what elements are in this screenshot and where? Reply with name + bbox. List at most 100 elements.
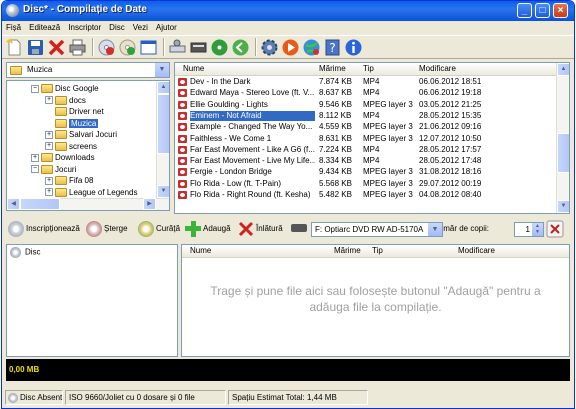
compilation-list[interactable]: Nume Mărime Tip Modificare Trage și pune… <box>181 244 570 357</box>
scroll-left-icon[interactable]: ◀ <box>7 198 20 210</box>
tree-vertical-scrollbar[interactable]: ▲ ▼ <box>156 81 169 210</box>
hscroll-thumb[interactable] <box>20 198 60 210</box>
media-file-icon <box>178 111 187 120</box>
col-modified[interactable]: Modificare <box>419 64 456 73</box>
drive-icon[interactable] <box>168 38 187 57</box>
chevron-down-icon[interactable]: ▼ <box>427 223 442 236</box>
col-modified[interactable]: Modificare <box>458 246 495 255</box>
menu-disc[interactable]: Disc <box>109 21 125 35</box>
burn-icon[interactable] <box>210 38 229 57</box>
disc-root[interactable]: Disc <box>10 247 41 258</box>
help-icon[interactable]: ? <box>323 38 342 57</box>
file-row[interactable]: Far East Movement - Like A G6 (f... 7.224… <box>175 145 569 155</box>
tree-horizontal-scrollbar[interactable]: ◀ ▶ <box>7 198 169 210</box>
stepper-arrows-icon[interactable]: ▲ ▼ <box>532 223 543 236</box>
drive-select[interactable]: F: Optiarc DVD RW AD-5170A ▼ <box>311 222 443 237</box>
window-icon[interactable] <box>139 38 158 57</box>
file-size: 8.112 KB <box>319 110 352 120</box>
col-size[interactable]: Mărime <box>334 246 361 255</box>
title-bar[interactable]: Disc* - Compilație de Date _ □ × <box>2 1 574 21</box>
scroll-thumb[interactable] <box>157 94 169 154</box>
clean-button[interactable]: Curăță <box>138 220 180 238</box>
new-icon[interactable] <box>5 38 24 57</box>
expand-icon[interactable]: + <box>45 142 53 151</box>
col-name[interactable]: Nume <box>190 246 211 255</box>
tree-item[interactable]: − Jocuri <box>31 164 76 175</box>
file-row[interactable]: Ellie Goulding - Lights 9.546 KB MPEG laye… <box>175 100 569 110</box>
remove-button[interactable]: Înlătură <box>238 220 283 238</box>
expand-icon[interactable]: + <box>45 176 53 185</box>
status-disc: Disc Absent <box>5 389 63 405</box>
tree-item[interactable]: + Fifa 08 <box>45 175 93 186</box>
hard-disk-icon[interactable] <box>189 38 208 57</box>
menu-edit[interactable]: Editează <box>29 21 60 35</box>
disc-app-icon[interactable] <box>6 4 19 17</box>
file-row[interactable]: Example - Changed The Way Yo... 4.559 KB M… <box>175 122 569 132</box>
disc-icon[interactable] <box>97 38 116 57</box>
media-icon[interactable] <box>281 38 300 57</box>
file-row[interactable]: Far East Movement - Live My Life... 8.334… <box>175 156 569 166</box>
close-button[interactable]: × <box>553 3 568 18</box>
expand-icon[interactable]: + <box>45 188 53 197</box>
globe-icon[interactable] <box>302 38 321 57</box>
scroll-up-icon[interactable]: ▲ <box>557 63 569 76</box>
burn-button[interactable]: Inscripționează <box>8 220 80 238</box>
clear-icon[interactable] <box>546 220 564 238</box>
file-row[interactable]: Flo Rida - Low (ft. T-Pain) 5.568 KB MPEG … <box>175 179 569 189</box>
scroll-right-icon[interactable]: ▶ <box>143 198 156 210</box>
disc-copy-icon[interactable] <box>118 38 137 57</box>
collapse-icon[interactable]: − <box>31 84 39 93</box>
scroll-up-icon[interactable]: ▲ <box>157 81 169 94</box>
back-icon[interactable] <box>231 38 250 57</box>
tree-item[interactable]: Driver net <box>45 106 104 117</box>
drive-select-value: F: Optiarc DVD RW AD-5170A <box>315 225 424 234</box>
copies-stepper[interactable]: 1 ▲ ▼ <box>514 222 544 237</box>
file-size: 4.559 KB <box>319 122 352 132</box>
expand-icon[interactable]: + <box>45 130 53 139</box>
file-row[interactable]: Eminem - Not Afraid 8.112 KB MP4 28.05.2012… <box>175 110 569 121</box>
folder-tree[interactable]: − Disc Google + docs Driver net Muzica + Salvar… <box>6 80 170 211</box>
scroll-down-icon[interactable]: ▼ <box>557 200 569 213</box>
file-row[interactable]: Edward Maya - Stereo Love (ft. V... 8.637… <box>175 88 569 98</box>
scroll-down-icon[interactable]: ▼ <box>157 185 169 198</box>
menu-view[interactable]: Vezi <box>133 21 148 35</box>
col-size[interactable]: Mărime <box>319 64 346 73</box>
col-type[interactable]: Tip <box>363 64 374 73</box>
scroll-thumb[interactable] <box>557 133 569 173</box>
disc-tree[interactable]: Disc <box>6 244 178 357</box>
file-list[interactable]: Nume Mărime Tip Modificare Dev - In the … <box>174 62 570 214</box>
folder-combo[interactable]: Muzica ▼ <box>6 62 170 78</box>
tree-item[interactable]: − Disc Google <box>31 83 99 94</box>
file-row[interactable]: Faithless - We Come 1 8.631 KB MPEG layer … <box>175 134 569 144</box>
menu-help[interactable]: Ajutor <box>156 21 177 35</box>
file-type: MPEG layer 3 <box>363 190 413 199</box>
tree-item[interactable]: + docs <box>45 95 86 106</box>
menu-burner[interactable]: Inscriptor <box>68 21 101 35</box>
file-row[interactable]: Dev - In the Dark 7.874 KB MP4 06.06.2012 1… <box>175 77 569 87</box>
info-icon[interactable] <box>344 38 363 57</box>
tree-item[interactable]: + League of Legends <box>45 187 138 198</box>
tree-item[interactable]: + Downloads <box>31 152 95 163</box>
col-name[interactable]: Nume <box>183 64 204 73</box>
tree-item[interactable]: + Salvari Jocuri <box>45 129 117 140</box>
expand-icon[interactable]: + <box>45 96 53 105</box>
chevron-down-icon[interactable]: ▼ <box>154 63 169 77</box>
tree-item-label: Driver net <box>69 107 104 116</box>
settings-icon[interactable] <box>260 38 279 57</box>
add-button[interactable]: Adaugă <box>185 220 231 238</box>
col-type[interactable]: Tip <box>372 246 383 255</box>
file-row[interactable]: Fergie - London Bridge 9.434 KB MPEG layer… <box>175 167 569 177</box>
tree-item[interactable]: Muzica <box>45 118 99 129</box>
collapse-icon[interactable]: − <box>31 165 39 174</box>
minimize-button[interactable]: _ <box>517 3 532 18</box>
delete-icon[interactable] <box>47 38 66 57</box>
erase-button[interactable]: Șterge <box>86 220 128 238</box>
maximize-button[interactable]: □ <box>535 3 550 18</box>
file-list-scrollbar[interactable]: ▲ ▼ <box>556 63 569 213</box>
save-icon[interactable] <box>26 38 45 57</box>
expand-icon[interactable]: + <box>31 153 39 162</box>
file-row[interactable]: Flo Rida - Right Round (ft. Kesha) 5.482 … <box>175 190 569 200</box>
print-icon[interactable] <box>68 38 87 57</box>
tree-item[interactable]: + screens <box>45 141 97 152</box>
menu-file[interactable]: Fișă <box>6 21 21 35</box>
